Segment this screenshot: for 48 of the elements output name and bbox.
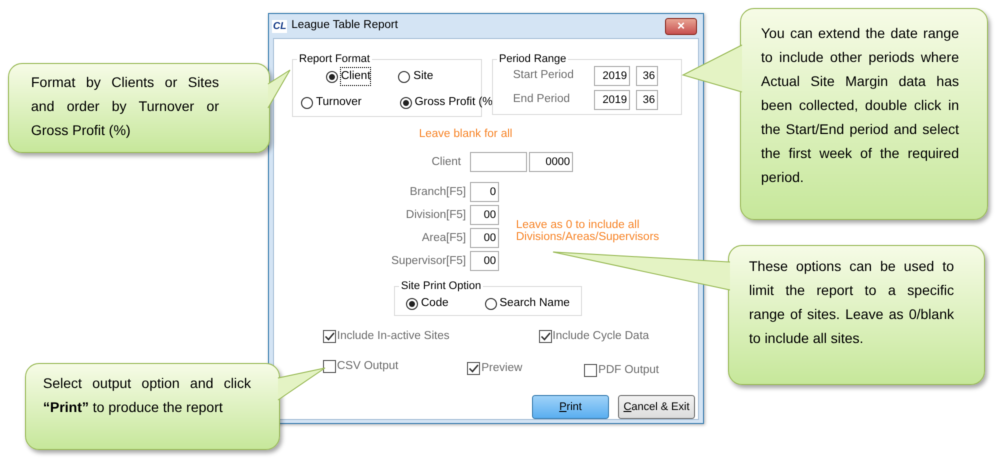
week-field[interactable]: 36 <box>636 90 658 110</box>
radio-button[interactable]: Search Name <box>484 295 570 312</box>
callout-pointer <box>682 44 742 92</box>
radio-button[interactable]: Site <box>398 68 434 86</box>
group-label: Period Range <box>498 53 568 65</box>
callout: Format by Clients or Sites and order by Turnover or Gross Profit (%) <box>8 63 270 153</box>
group-label: Site Print Option <box>400 280 482 292</box>
app-logo: CL <box>272 20 288 32</box>
checkbox[interactable]: Include In-active Sites <box>323 328 450 346</box>
client-code-field[interactable] <box>470 152 527 172</box>
field-label: Start Period <box>512 68 575 84</box>
year-field[interactable]: 2019 <box>594 90 630 110</box>
hint-text: Leave blank for all <box>419 127 512 142</box>
filter-field[interactable]: 0 <box>470 182 499 202</box>
note-text: Leave as 0 to include all <box>516 219 640 232</box>
field-label: End Period <box>512 92 571 108</box>
check-icon <box>324 331 335 342</box>
callout-pointer <box>278 368 326 400</box>
filter-field[interactable]: 00 <box>470 228 499 248</box>
check-icon <box>540 331 551 342</box>
field-label: Client <box>430 154 461 170</box>
radio-button[interactable]: Gross Profit (% <box>400 94 493 112</box>
checkbox[interactable]: Include Cycle Data <box>538 328 650 346</box>
field-label: Area[F5] <box>420 230 467 246</box>
filter-field[interactable]: 00 <box>470 205 499 226</box>
week-field[interactable]: 36 <box>636 66 658 86</box>
group-label: Report Format <box>298 53 371 65</box>
callout: You can extend the date range to include other periods where Actual Site Margin data has been collected, double click in the Start/End period and select the first week of the required period. <box>740 8 988 220</box>
print-button[interactable]: Print <box>532 394 609 419</box>
callout: Select output option and click “Print” to produce the report <box>25 363 280 450</box>
callout-pointer <box>268 70 290 108</box>
field-label: Branch[F5] <box>408 184 467 200</box>
note-text: Divisions/Areas/Supervisors <box>516 231 660 244</box>
callout: These options can be used to limit the report to a specific range of sites. Leave as 0/blank to include all sites. <box>728 245 985 385</box>
checkbox[interactable]: Preview <box>467 360 522 377</box>
year-field[interactable]: 2019 <box>594 66 630 86</box>
window-title: League Table Report <box>291 18 398 34</box>
radio-button[interactable]: Turnover <box>301 94 362 112</box>
filter-field[interactable]: 00 <box>470 251 499 272</box>
checkbox[interactable]: PDF Output <box>584 362 659 379</box>
checkbox[interactable]: CSV Output <box>323 358 398 375</box>
check-icon <box>468 362 480 374</box>
field-label: Supervisor[F5] <box>390 254 467 269</box>
field-label: Division[F5] <box>404 208 467 223</box>
radio-button[interactable]: Client <box>326 68 370 86</box>
cancel-button[interactable]: Cancel & Exit <box>618 394 695 419</box>
client-number-field[interactable]: 0000 <box>529 152 573 172</box>
radio-button[interactable]: Code <box>406 295 448 312</box>
